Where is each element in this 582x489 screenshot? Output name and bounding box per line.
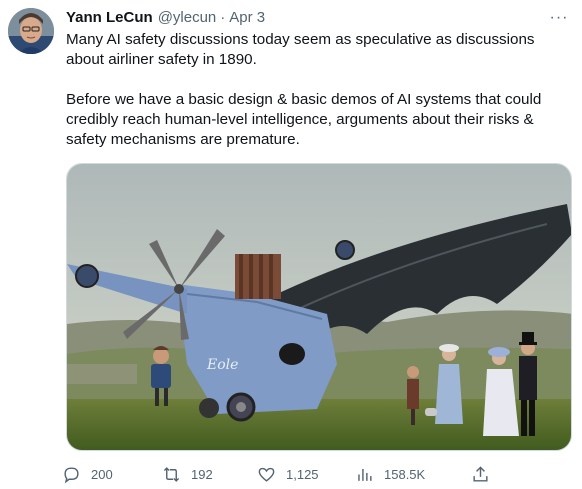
tweet-text: Many AI safety discussions today seem as… xyxy=(66,30,566,150)
reply-icon xyxy=(64,466,79,483)
heart-icon xyxy=(258,467,275,482)
tweet-paragraph-2: Before we have a basic design & basic de… xyxy=(66,91,542,148)
avatar[interactable] xyxy=(8,8,54,54)
tweet: Yann LeCun @ylecun · Apr 3 ··· Many AI s… xyxy=(0,0,582,489)
author-name[interactable]: Yann LeCun xyxy=(66,8,153,28)
like-count: 1,125 xyxy=(286,466,319,482)
tweet-paragraph-1: Many AI safety discussions today seem as… xyxy=(66,31,535,68)
retweet-icon xyxy=(163,466,180,482)
avatar-image xyxy=(8,8,54,54)
tweet-header: Yann LeCun @ylecun · Apr 3 xyxy=(66,8,570,28)
like-button[interactable]: 1,125 xyxy=(257,465,319,484)
author-handle[interactable]: @ylecun xyxy=(158,8,217,28)
tweet-date[interactable]: Apr 3 xyxy=(229,8,265,28)
retweet-button[interactable]: 192 xyxy=(162,465,213,484)
airplane-photo: Eole xyxy=(67,164,571,450)
more-options-icon[interactable]: ··· xyxy=(548,8,570,28)
share-button[interactable] xyxy=(471,465,490,484)
plane-label: Eole xyxy=(206,357,238,373)
reply-count: 200 xyxy=(91,466,113,482)
separator: · xyxy=(220,9,226,26)
analytics-icon xyxy=(358,468,372,481)
views-count: 158.5K xyxy=(384,466,426,482)
retweet-count: 192 xyxy=(191,466,213,482)
tweet-media-image[interactable]: Eole xyxy=(66,163,572,451)
action-bar: 200 192 1,125 158.5K xyxy=(62,460,502,488)
views-button[interactable]: 158.5K xyxy=(355,465,425,484)
share-icon xyxy=(473,465,488,482)
tweet-content: Yann LeCun @ylecun · Apr 3 ··· Many AI s… xyxy=(66,8,570,150)
reply-button[interactable]: 200 xyxy=(62,465,113,484)
